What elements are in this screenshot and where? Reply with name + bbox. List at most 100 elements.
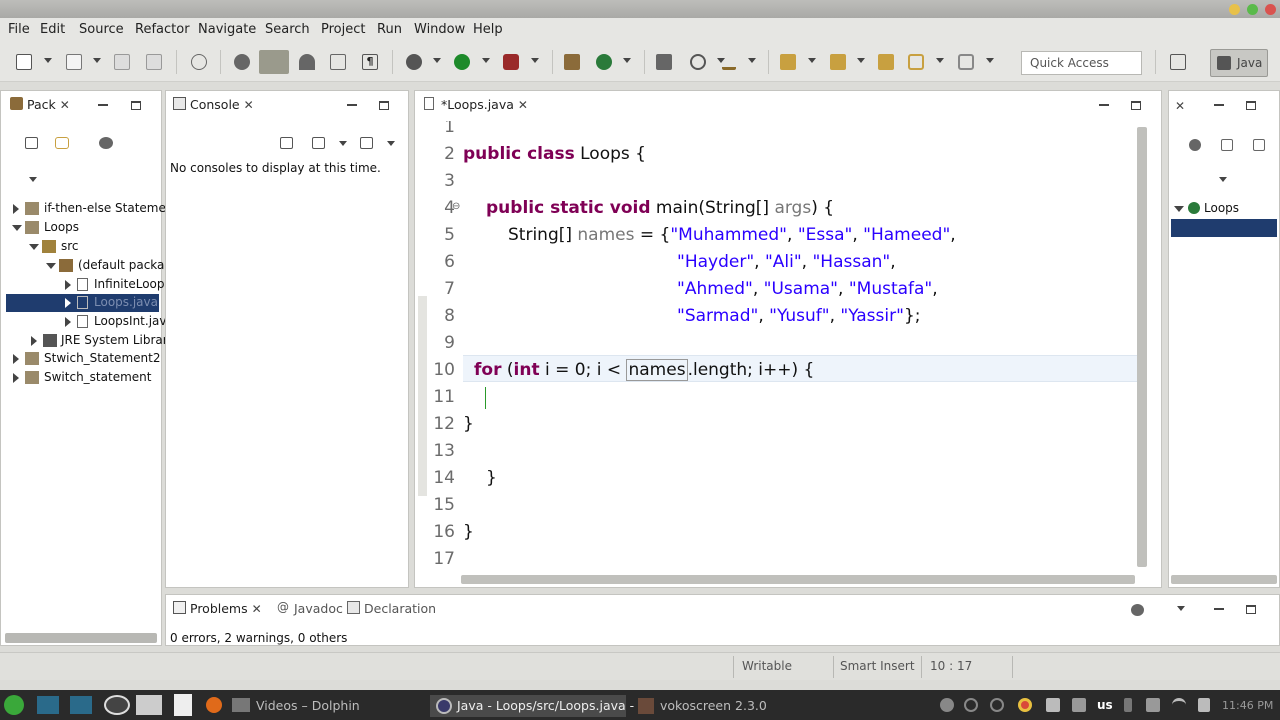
tab-loops-java[interactable]: *Loops.java ✕: [419, 91, 532, 117]
clipboard-icon[interactable]: [1046, 698, 1060, 712]
collapse-arrow-icon[interactable]: [12, 225, 22, 231]
previous-annotation-icon[interactable]: [830, 54, 846, 70]
close-icon[interactable]: ✕: [252, 602, 262, 616]
menu-source[interactable]: Source: [79, 22, 124, 37]
back-dropdown-icon[interactable]: [936, 58, 944, 63]
outline-method-selected[interactable]: [1171, 219, 1277, 237]
new-java-package-icon[interactable]: [564, 54, 580, 70]
menu-edit[interactable]: Edit: [40, 22, 65, 37]
pause-icon[interactable]: [964, 698, 978, 712]
outline-class-loops[interactable]: Loops: [1169, 200, 1279, 218]
forward-dropdown-icon[interactable]: [986, 58, 994, 63]
collapse-arrow-icon[interactable]: [1174, 206, 1184, 212]
menu-navigate[interactable]: Navigate: [198, 22, 256, 37]
chrome-icon[interactable]: [1018, 698, 1032, 712]
tree-item-default-package[interactable]: (default packa: [1, 257, 164, 275]
new-file-icon[interactable]: [66, 54, 82, 70]
expand-arrow-icon[interactable]: [31, 336, 37, 346]
next-annotation-dropdown-icon[interactable]: [808, 58, 816, 63]
tab-console[interactable]: Console ✕: [168, 91, 258, 117]
close-icon[interactable]: ✕: [60, 98, 70, 112]
tab-package-explorer[interactable]: Pack ✕: [5, 91, 74, 117]
firefox-icon[interactable]: [206, 697, 222, 713]
app-launcher-icon[interactable]: [4, 695, 24, 715]
expand-arrow-icon[interactable]: [13, 354, 19, 364]
open-type-icon[interactable]: [234, 54, 250, 70]
display-console-icon[interactable]: [312, 137, 325, 149]
new-java-class-icon[interactable]: [596, 54, 612, 70]
close-icon[interactable]: ✕: [518, 98, 528, 112]
outline-view-menu-icon[interactable]: [1219, 177, 1227, 182]
maximize-icon[interactable]: [1246, 605, 1256, 614]
collapse-arrow-icon[interactable]: [29, 244, 39, 250]
menu-window[interactable]: Window: [414, 22, 465, 37]
expand-arrow-icon[interactable]: [65, 317, 71, 327]
taskbar-vokoscreen[interactable]: vokoscreen 2.3.0: [636, 695, 836, 717]
volume-icon[interactable]: [1146, 698, 1160, 712]
view-menu-dropdown-icon[interactable]: [29, 177, 37, 182]
debug-icon[interactable]: [406, 54, 422, 70]
debug-dropdown-icon[interactable]: [433, 58, 441, 63]
expand-arrow-icon[interactable]: [13, 204, 19, 214]
tree-item-loopsint[interactable]: LoopsInt.jav: [1, 313, 166, 331]
previous-annotation-dropdown-icon[interactable]: [857, 58, 865, 63]
tree-item-src[interactable]: src: [1, 238, 161, 256]
new-dropdown-icon[interactable]: [44, 58, 52, 63]
menu-refactor[interactable]: Refactor: [135, 22, 190, 37]
tab-javadoc[interactable]: @ Javadoc: [272, 595, 347, 621]
search-icon[interactable]: [690, 54, 706, 70]
tree-item-jre-system-library[interactable]: JRE System Librar: [1, 332, 168, 350]
tab-declaration[interactable]: Declaration: [342, 595, 440, 621]
new-class-dropdown-icon[interactable]: [623, 58, 631, 63]
close-window-button[interactable]: [1265, 4, 1276, 15]
open-folder-icon[interactable]: [656, 54, 672, 70]
tree-item-stwich-statement2[interactable]: Stwich_Statement2: [1, 350, 161, 368]
battery-icon[interactable]: [1198, 698, 1210, 712]
code-editor[interactable]: 1 2 3 4 5 6 7 8 9 10 11 12 13 14 15 16 1…: [415, 121, 1137, 576]
minimize-icon[interactable]: [347, 104, 357, 106]
trash-icon[interactable]: [1072, 698, 1086, 712]
horizontal-scrollbar[interactable]: [5, 633, 157, 643]
keyboard-layout[interactable]: us: [1097, 698, 1113, 712]
menu-search[interactable]: Search: [265, 22, 310, 37]
last-edit-icon[interactable]: [878, 54, 894, 70]
minimize-icon[interactable]: [1214, 608, 1224, 610]
menu-run[interactable]: Run: [377, 22, 402, 37]
collapse-all-icon[interactable]: [25, 137, 38, 149]
run-external-tools-icon[interactable]: [503, 54, 519, 70]
view-menu-icon[interactable]: [99, 137, 113, 149]
vertical-scrollbar[interactable]: [1137, 127, 1147, 567]
annotation-dropdown-icon[interactable]: [748, 58, 756, 63]
tree-item-loops-java[interactable]: Loops.java: [6, 294, 159, 312]
maximize-window-button[interactable]: [1247, 4, 1258, 15]
run-dropdown-icon[interactable]: [482, 58, 490, 63]
maximize-icon[interactable]: [1131, 101, 1141, 110]
menu-project[interactable]: Project: [321, 22, 365, 37]
open-console-dropdown-icon[interactable]: [387, 141, 395, 146]
maximize-icon[interactable]: [131, 101, 141, 110]
link-with-editor-icon[interactable]: [55, 137, 69, 149]
tree-item-if-then-else[interactable]: if-then-else Stateme: [1, 200, 166, 218]
quick-access-input[interactable]: Quick Access: [1021, 51, 1142, 75]
screen-recorder-icon[interactable]: [104, 695, 130, 715]
close-icon[interactable]: ✕: [1175, 99, 1185, 113]
minimize-icon[interactable]: [1099, 104, 1109, 106]
taskbar-eclipse[interactable]: Java - Loops/src/Loops.java -: [430, 695, 634, 717]
java-perspective-button[interactable]: Java: [1210, 49, 1268, 77]
menu-file[interactable]: File: [8, 22, 30, 37]
maximize-icon[interactable]: [1246, 101, 1256, 110]
text-editor-icon[interactable]: [174, 694, 192, 716]
save-all-icon[interactable]: [146, 54, 162, 70]
collapse-arrow-icon[interactable]: [46, 263, 56, 269]
expand-arrow-icon[interactable]: [65, 298, 71, 308]
maximize-icon[interactable]: [379, 101, 389, 110]
tree-item-loops-project[interactable]: Loops: [1, 219, 161, 237]
pin-console-icon[interactable]: [280, 137, 293, 149]
expand-arrow-icon[interactable]: [65, 280, 71, 290]
minimize-window-button[interactable]: [1229, 4, 1240, 15]
open-perspective-button-icon[interactable]: [1170, 54, 1186, 70]
outline-view-icon[interactable]: [330, 54, 346, 70]
new-icon[interactable]: [16, 54, 32, 70]
tab-problems[interactable]: Problems ✕: [168, 595, 266, 621]
linked-mode-field[interactable]: names: [626, 359, 688, 381]
